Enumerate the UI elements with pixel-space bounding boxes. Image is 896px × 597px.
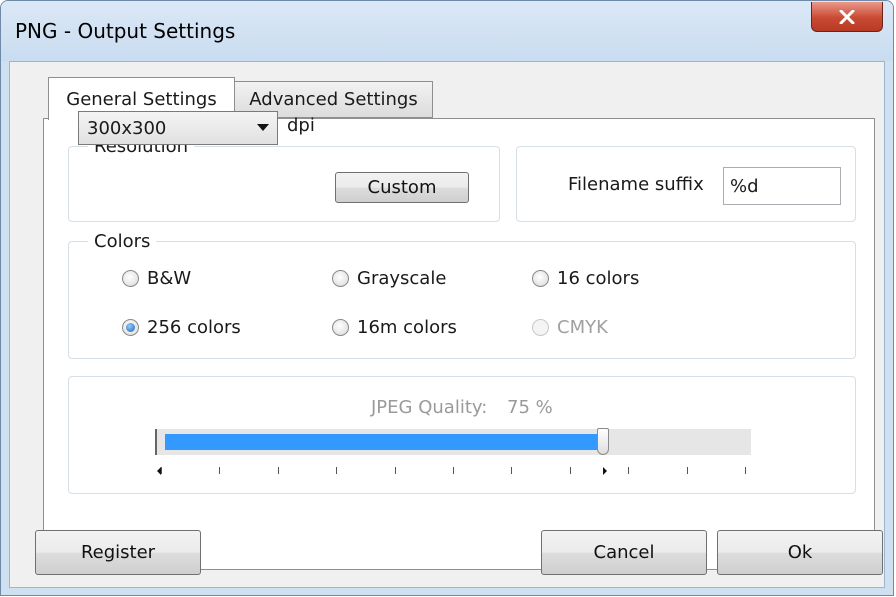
radio-bw-label: B&W <box>147 268 192 289</box>
radio-16m-colors-label: 16m colors <box>357 317 457 338</box>
filename-suffix-label: Filename suffix <box>568 174 704 195</box>
colors-legend: Colors <box>88 232 157 252</box>
radio-grayscale[interactable]: Grayscale <box>332 268 446 289</box>
register-button[interactable]: Register <box>35 530 201 575</box>
tab-advanced-settings-label: Advanced Settings <box>249 89 418 110</box>
radio-cmyk-indicator <box>532 319 549 336</box>
radio-bw[interactable]: B&W <box>122 268 191 289</box>
jpeg-quality-slider-thumb[interactable] <box>597 428 609 455</box>
ok-button[interactable]: Ok <box>717 530 883 575</box>
radio-256-colors-indicator <box>122 319 139 336</box>
ok-button-label: Ok <box>787 542 813 563</box>
radio-grayscale-label: Grayscale <box>357 268 447 289</box>
slider-tick <box>336 467 337 474</box>
slider-tick <box>687 467 688 474</box>
cancel-button[interactable]: Cancel <box>541 530 707 575</box>
resolution-dropdown[interactable]: 300x300 <box>78 111 278 145</box>
radio-cmyk-label: CMYK <box>557 317 608 338</box>
filename-suffix-input[interactable]: %d <box>723 167 841 205</box>
resolution-selected-value: 300x300 <box>87 117 167 139</box>
jpeg-quality-slider[interactable] <box>155 428 751 455</box>
radio-16-colors[interactable]: 16 colors <box>532 268 639 289</box>
radio-16m-colors[interactable]: 16m colors <box>332 317 457 338</box>
window-title: PNG - Output Settings <box>15 19 236 43</box>
jpeg-quality-value: 75 % <box>507 397 553 418</box>
slider-tick <box>219 467 220 474</box>
close-button[interactable] <box>811 2 883 32</box>
jpeg-quality-slider-fill <box>165 434 603 450</box>
slider-tick <box>453 467 454 474</box>
slider-tick <box>278 467 279 474</box>
radio-16m-colors-indicator <box>332 319 349 336</box>
cancel-button-label: Cancel <box>593 542 655 563</box>
radio-cmyk[interactable]: CMYK <box>532 317 608 338</box>
radio-16-colors-label: 16 colors <box>557 268 640 289</box>
chevron-down-icon <box>257 124 269 131</box>
dpi-label: dpi <box>287 115 315 136</box>
slider-tick <box>161 467 162 474</box>
custom-button[interactable]: Custom <box>335 172 469 203</box>
slider-min-marker <box>157 467 161 475</box>
radio-256-colors[interactable]: 256 colors <box>122 317 241 338</box>
radio-grayscale-indicator <box>332 270 349 287</box>
slider-tick <box>628 467 629 474</box>
radio-16-colors-indicator <box>532 270 549 287</box>
title-bar[interactable]: PNG - Output Settings <box>1 1 893 61</box>
filename-suffix-value: %d <box>730 175 759 197</box>
slider-tick <box>570 467 571 474</box>
slider-tick <box>745 467 746 474</box>
jpeg-quality-label: JPEG Quality: 75 % <box>371 397 553 418</box>
register-button-label: Register <box>80 542 156 563</box>
slider-value-marker <box>603 467 607 475</box>
jpeg-quality-caption: JPEG Quality: <box>371 397 488 418</box>
close-icon <box>839 9 855 24</box>
custom-button-label: Custom <box>367 177 437 198</box>
slider-tick <box>395 467 396 474</box>
tab-general-settings-label: General Settings <box>66 88 217 110</box>
slider-tick <box>511 467 512 474</box>
colors-group <box>68 241 856 359</box>
radio-256-colors-label: 256 colors <box>147 317 241 338</box>
radio-bw-indicator <box>122 270 139 287</box>
dialog-window: PNG - Output Settings General Settings A… <box>0 0 894 596</box>
